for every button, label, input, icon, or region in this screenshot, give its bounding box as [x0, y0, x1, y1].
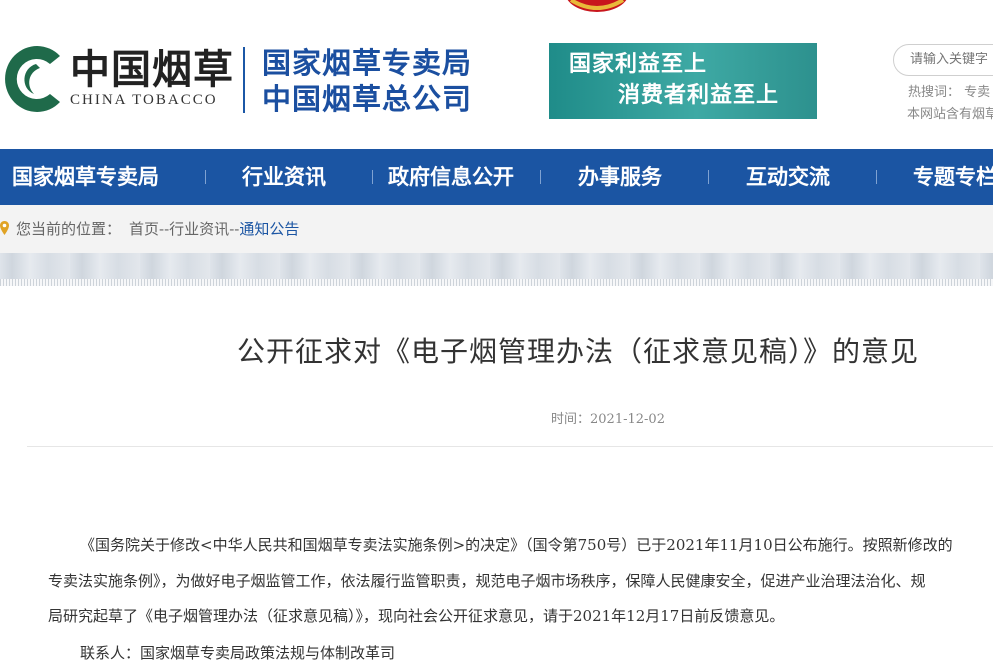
breadcrumb-label: 您当前的位置：: [16, 220, 122, 238]
nav-item-special-topics[interactable]: 专题专栏: [913, 149, 993, 205]
article-date-line: 时间：2021-12-02: [551, 411, 665, 429]
decorative-banner-strip: [0, 253, 993, 279]
breadcrumb-home-link[interactable]: 首页: [129, 220, 159, 238]
decorative-dotted-line: [0, 279, 993, 286]
nav-item-interaction[interactable]: 互动交流: [746, 149, 830, 205]
date-label: 时间：: [551, 412, 591, 427]
nav-separator: [876, 170, 877, 184]
nav-item-gov-info[interactable]: 政府信息公开: [388, 149, 514, 205]
title-divider: [27, 446, 993, 447]
national-emblem-icon: [567, 0, 627, 12]
article-paragraph-line: 局研究起草了《电子烟管理办法（征求意见稿）》，现向社会公开征求意见，请于2021…: [48, 607, 785, 625]
location-pin-icon: [0, 221, 9, 235]
nav-separator: [205, 170, 206, 184]
breadcrumb-separator: --: [229, 220, 240, 238]
breadcrumb-current-link[interactable]: 通知公告: [239, 220, 299, 238]
hot-search-text[interactable]: 热搜词： 专卖: [908, 84, 990, 102]
search-box[interactable]: [893, 44, 993, 76]
site-notice-text: 本网站含有烟草: [907, 107, 993, 122]
breadcrumb-separator: --: [159, 220, 170, 238]
search-input[interactable]: [910, 52, 993, 67]
breadcrumb-section-link[interactable]: 行业资讯: [169, 220, 229, 238]
slogan-line2: 消费者利益至上: [618, 83, 780, 108]
article-title: 公开征求对《电子烟管理办法（征求意见稿）》的意见: [237, 335, 920, 368]
article-date: 2021-12-02: [590, 412, 665, 427]
nav-separator: [708, 170, 709, 184]
nav-item-services[interactable]: 办事服务: [578, 149, 662, 205]
nav-item-state-tobacco-bureau[interactable]: 国家烟草专卖局: [12, 149, 159, 205]
article-contact-line: 联系人：国家烟草专卖局政策法规与体制改革司: [80, 644, 396, 662]
logo-chinese-text[interactable]: 中国烟草: [70, 46, 234, 94]
nav-item-industry-news[interactable]: 行业资讯: [242, 149, 326, 205]
org-name-line2: 中国烟草总公司: [262, 82, 473, 116]
breadcrumb: 您当前的位置： 首页--行业资讯--通知公告: [16, 218, 299, 240]
nav-separator: [540, 170, 541, 184]
slogan-line1: 国家利益至上: [569, 52, 708, 77]
logo-english-text[interactable]: CHINA TOBACCO: [70, 91, 218, 109]
org-name-line1: 国家烟草专卖局: [262, 46, 473, 80]
logo-divider: [243, 47, 245, 113]
article-paragraph-line: 专卖法实施条例》，为做好电子烟监管工作，依法履行监管职责，规范电子烟市场秩序，保…: [48, 572, 926, 590]
nav-separator: [372, 170, 373, 184]
article-paragraph-line: 《国务院关于修改<中华人民共和国烟草专卖法实施条例>的决定》（国令第750号）已…: [80, 536, 953, 554]
china-tobacco-logo-icon[interactable]: [0, 44, 64, 114]
